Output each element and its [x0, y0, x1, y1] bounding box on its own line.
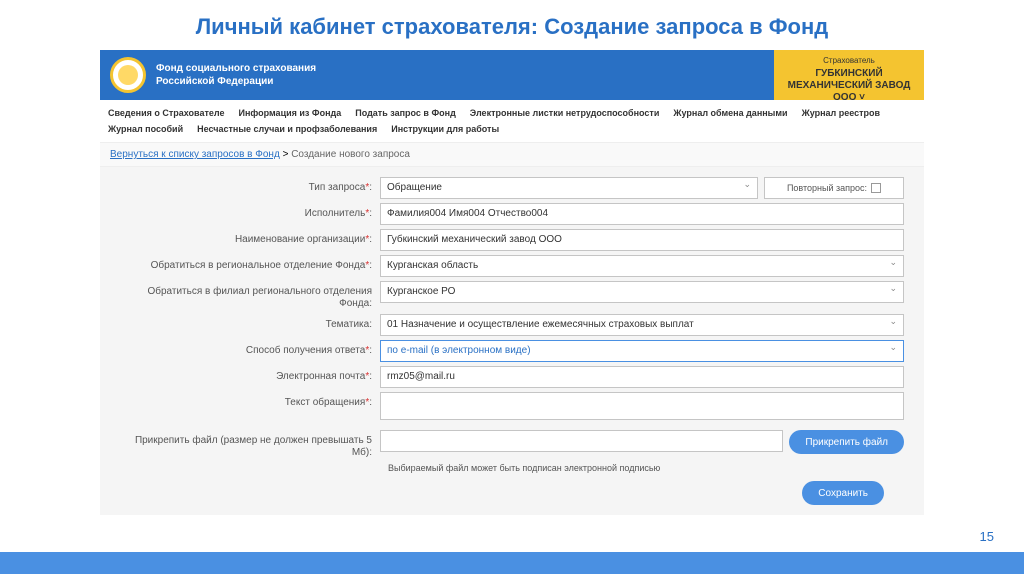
save-button[interactable]: Сохранить — [802, 481, 884, 505]
input-topic[interactable]: 01 Назначение и осуществление ежемесячны… — [380, 314, 904, 336]
nav-item-eln[interactable]: Электронные листки нетрудоспособности — [470, 106, 660, 120]
label-executor: Исполнитель*: — [120, 203, 380, 220]
user-name: ГУБКИНСКИЙ МЕХАНИЧЕСКИЙ ЗАВОД ООО ˅ — [782, 68, 916, 104]
nav-item-submit-request[interactable]: Подать запрос в Фонд — [355, 106, 456, 120]
row-attach: Прикрепить файл (размер не должен превыш… — [120, 430, 904, 459]
chevron-down-icon: ⌄ — [889, 283, 897, 294]
label-regional: Обратиться в региональное отделение Фонд… — [120, 255, 380, 272]
input-executor[interactable]: Фамилия004 Имя004 Отчество004 — [380, 203, 904, 225]
chevron-down-icon: ⌄ — [889, 257, 897, 268]
page-number: 15 — [980, 529, 994, 544]
breadcrumb-sep: > — [283, 149, 292, 160]
breadcrumb: Вернуться к списку запросов в Фонд > Соз… — [100, 143, 924, 167]
chevron-down-icon: ⌄ — [889, 316, 897, 327]
input-regional[interactable]: Курганская область ⌄ — [380, 255, 904, 277]
breadcrumb-current: Создание нового запроса — [291, 149, 410, 160]
input-type[interactable]: Обращение ⌄ — [380, 177, 758, 199]
nav-item-registry-log[interactable]: Журнал реестров — [802, 106, 881, 120]
row-branch: Обратиться в филиал регионального отделе… — [120, 281, 904, 310]
bottom-stripe — [0, 552, 1024, 574]
nav-item-instructions[interactable]: Инструкции для работы — [391, 122, 499, 136]
attach-hint: Выбираемый файл может быть подписан элек… — [388, 463, 904, 473]
input-type-value: Обращение — [387, 182, 442, 193]
row-executor: Исполнитель*: Фамилия004 Имя004 Отчество… — [120, 203, 904, 225]
user-badge[interactable]: Страхователь ГУБКИНСКИЙ МЕХАНИЧЕСКИЙ ЗАВ… — [774, 50, 924, 100]
input-email[interactable]: rmz05@mail.ru — [380, 366, 904, 388]
repeat-label: Повторный запрос: — [787, 183, 867, 193]
attach-file-button[interactable]: Прикрепить файл — [789, 430, 904, 454]
repeat-checkbox-wrap[interactable]: Повторный запрос: — [764, 177, 904, 199]
label-email: Электронная почта*: — [120, 366, 380, 383]
slide-title: Личный кабинет страхователя: Создание за… — [0, 0, 1024, 50]
nav-item-exchange-log[interactable]: Журнал обмена данными — [673, 106, 787, 120]
chevron-down-icon: ⌄ — [743, 179, 751, 190]
label-branch: Обратиться в филиал регионального отделе… — [120, 281, 380, 310]
logo-icon — [110, 57, 146, 93]
label-delivery: Способ получения ответа*: — [120, 340, 380, 357]
input-branch[interactable]: Курганское РО ⌄ — [380, 281, 904, 303]
nav-item-fund-info[interactable]: Информация из Фонда — [238, 106, 341, 120]
row-email: Электронная почта*: rmz05@mail.ru — [120, 366, 904, 388]
label-text: Текст обращения*: — [120, 392, 380, 409]
label-attach: Прикрепить файл (размер не должен превыш… — [120, 430, 380, 459]
user-role: Страхователь — [782, 56, 916, 66]
row-type: Тип запроса*: Обращение ⌄ Повторный запр… — [120, 177, 904, 199]
input-orgname[interactable]: Губкинский механический завод ООО — [380, 229, 904, 251]
chevron-down-icon: ⌄ — [889, 342, 897, 353]
org-line2: Российской Федерации — [156, 75, 316, 88]
nav-menu: Сведения о Страхователе Информация из Фо… — [100, 100, 924, 143]
row-delivery: Способ получения ответа*: по e-mail (в э… — [120, 340, 904, 362]
row-topic: Тематика: 01 Назначение и осуществление … — [120, 314, 904, 336]
label-topic: Тематика: — [120, 314, 380, 331]
label-type: Тип запроса*: — [120, 177, 380, 194]
header-bar: Фонд социального страхования Российской … — [100, 50, 924, 100]
input-delivery[interactable]: по e-mail (в электронном виде) ⌄ — [380, 340, 904, 362]
input-text-body[interactable] — [380, 392, 904, 420]
org-line1: Фонд социального страхования — [156, 62, 316, 75]
nav-item-insurer-info[interactable]: Сведения о Страхователе — [108, 106, 224, 120]
save-row: Сохранить — [120, 481, 904, 505]
logo-section: Фонд социального страхования Российской … — [100, 50, 774, 100]
nav-item-benefits-log[interactable]: Журнал пособий — [108, 122, 183, 136]
row-regional: Обратиться в региональное отделение Фонд… — [120, 255, 904, 277]
app-window: Фонд социального страхования Российской … — [100, 50, 924, 515]
label-orgname: Наименование организации*: — [120, 229, 380, 246]
nav-item-accidents[interactable]: Несчастные случаи и профзаболевания — [197, 122, 377, 136]
form-area: Тип запроса*: Обращение ⌄ Повторный запр… — [100, 167, 924, 515]
repeat-checkbox[interactable] — [871, 183, 881, 193]
row-orgname: Наименование организации*: Губкинский ме… — [120, 229, 904, 251]
org-text: Фонд социального страхования Российской … — [156, 62, 316, 88]
row-text: Текст обращения*: — [120, 392, 904, 420]
input-file[interactable] — [380, 430, 783, 452]
breadcrumb-back-link[interactable]: Вернуться к списку запросов в Фонд — [110, 149, 280, 160]
